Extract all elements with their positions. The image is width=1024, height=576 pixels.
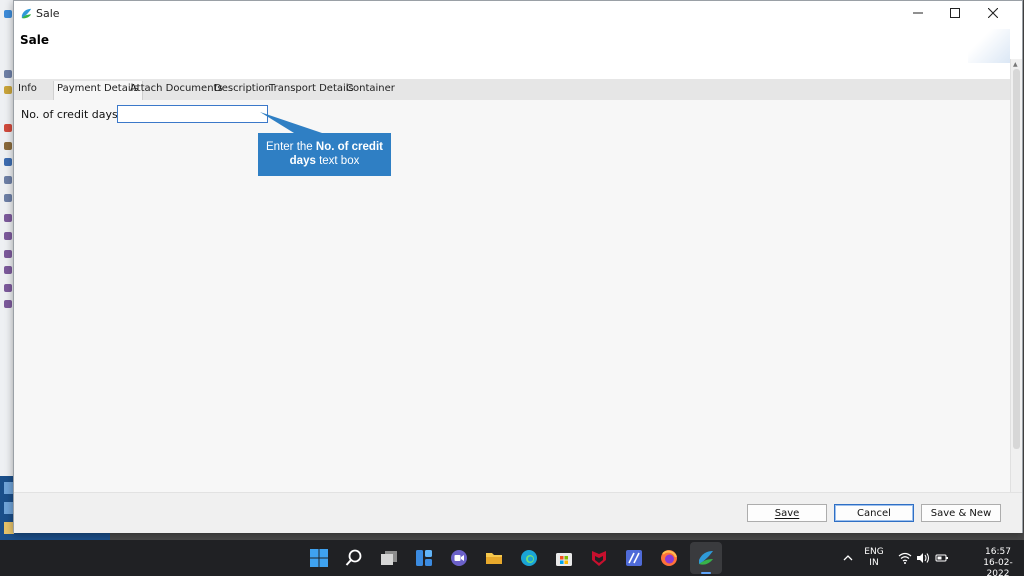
- bg-app-icon: [4, 142, 12, 150]
- windows-start-icon[interactable]: [309, 548, 329, 568]
- language-line-2: IN: [869, 558, 879, 568]
- search-icon[interactable]: [344, 548, 364, 568]
- scroll-up-icon[interactable]: ▲: [1013, 61, 1018, 68]
- bg-app-icon: [4, 86, 12, 94]
- credit-days-input[interactable]: [117, 105, 268, 123]
- tab-container[interactable]: Container: [346, 83, 395, 94]
- language-line-1: ENG: [864, 547, 884, 557]
- save-button-label: Save: [774, 507, 800, 519]
- form-header: Sale: [14, 27, 1022, 79]
- vertical-scrollbar[interactable]: ▲: [1010, 59, 1022, 492]
- bg-app-icon: [4, 266, 12, 274]
- clock[interactable]: 16:57 16-02-2022: [978, 547, 1018, 576]
- maximize-button[interactable]: [936, 1, 974, 25]
- tab-attach-documents[interactable]: Attach Documents: [130, 83, 223, 94]
- sale-app-icon[interactable]: [696, 548, 716, 568]
- minimize-icon: [913, 12, 923, 14]
- save-button[interactable]: Save: [747, 504, 827, 522]
- sale-window: Sale Sale Info Payment Details Attach Do…: [13, 0, 1023, 533]
- maximize-icon: [950, 8, 960, 18]
- tab-description[interactable]: Description: [214, 83, 271, 94]
- cancel-button-label: Cancel: [857, 507, 891, 519]
- cancel-button[interactable]: Cancel: [834, 504, 914, 522]
- clock-date: 16-02-2022: [983, 558, 1013, 576]
- tutorial-callout: Enter the No. of credit days text box: [258, 133, 391, 176]
- callout-prefix: Enter the: [266, 141, 316, 153]
- active-app-indicator: [701, 572, 711, 574]
- writing-app-icon[interactable]: [624, 548, 644, 568]
- bg-app-icon: [4, 176, 12, 184]
- bg-app-icon: [4, 284, 12, 292]
- scroll-thumb[interactable]: [1013, 69, 1020, 449]
- file-explorer-icon[interactable]: [484, 548, 504, 568]
- close-button[interactable]: [974, 1, 1012, 25]
- bg-app-icon: [4, 10, 12, 18]
- callout-bold-2: days: [289, 155, 316, 167]
- bg-app-icon: [4, 300, 12, 308]
- sale-app-logo-icon: [21, 8, 32, 19]
- background-app-strip: [0, 0, 14, 540]
- microsoft-store-icon[interactable]: [554, 548, 574, 568]
- edge-browser-icon[interactable]: [519, 548, 539, 568]
- header-decoration: [968, 29, 1010, 63]
- bg-app-icon: [4, 232, 12, 240]
- minimize-button[interactable]: [899, 1, 937, 25]
- battery-icon[interactable]: [932, 548, 952, 568]
- close-icon: [988, 8, 998, 18]
- bg-app-icon: [4, 194, 12, 202]
- bg-app-icon: [4, 158, 12, 166]
- payment-details-panel: No. of credit days: [14, 100, 1010, 492]
- wifi-icon[interactable]: [895, 548, 915, 568]
- credit-days-label: No. of credit days: [21, 108, 118, 121]
- window-title: Sale: [36, 7, 60, 20]
- page-title: Sale: [20, 33, 49, 47]
- bg-app-icon: [4, 250, 12, 258]
- tab-strip: Info Payment Details Attach Documents De…: [14, 79, 1010, 100]
- tab-info[interactable]: Info: [18, 83, 37, 94]
- widgets-icon[interactable]: [414, 548, 434, 568]
- volume-icon[interactable]: [913, 548, 933, 568]
- clock-time: 16:57: [985, 547, 1011, 557]
- callout-bold-1: No. of credit: [315, 141, 383, 153]
- title-bar[interactable]: Sale: [14, 1, 1022, 27]
- chevron-up-icon[interactable]: [838, 548, 858, 568]
- bg-app-icon: [4, 214, 12, 222]
- save-and-new-button-label: Save & New: [930, 507, 992, 519]
- language-indicator[interactable]: ENG IN: [859, 547, 889, 569]
- tab-transport-details[interactable]: Transport Details: [269, 83, 354, 94]
- callout-suffix: text box: [315, 155, 360, 167]
- save-and-new-button[interactable]: Save & New: [921, 504, 1001, 522]
- firefox-icon[interactable]: [659, 548, 679, 568]
- dialog-footer: Save Cancel Save & New: [14, 492, 1022, 533]
- bg-app-icon: [4, 124, 12, 132]
- taskbar: ENG IN 16:57 16-02-2022: [0, 540, 1024, 576]
- mcafee-icon[interactable]: [589, 548, 609, 568]
- teams-chat-icon[interactable]: [449, 548, 469, 568]
- task-view-icon[interactable]: [379, 548, 399, 568]
- bg-app-icon: [4, 70, 12, 78]
